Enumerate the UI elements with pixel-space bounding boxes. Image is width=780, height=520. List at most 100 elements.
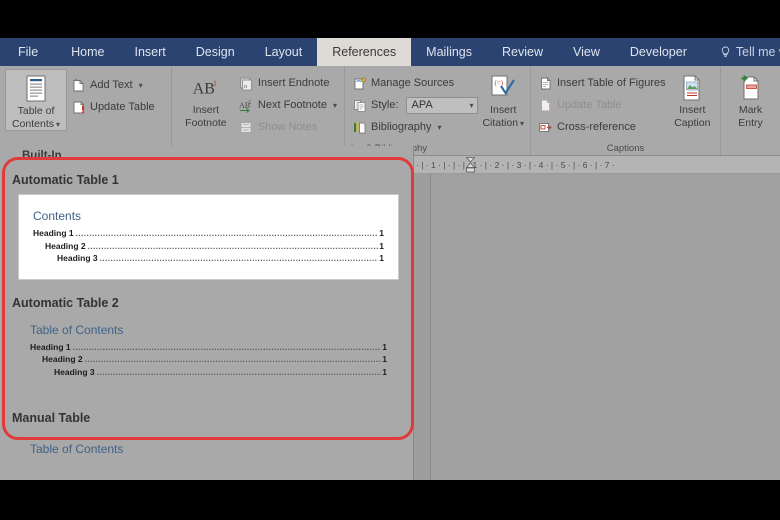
- toc-preview-title: Table of Contents: [30, 322, 124, 337]
- update-table-captions-button[interactable]: Update Table: [536, 95, 668, 115]
- toc-preview-card: Contents Heading 1 .....................…: [18, 194, 399, 280]
- mark-entry-label-line1: Mark: [738, 104, 763, 116]
- tab-mailings[interactable]: Mailings: [411, 38, 487, 66]
- toc-row-label: Heading 1: [33, 228, 74, 238]
- table-of-contents-icon: [21, 74, 51, 104]
- chevron-down-icon[interactable]: ▾: [139, 81, 143, 90]
- insert-table-of-figures-label: Insert Table of Figures: [557, 77, 666, 89]
- tab-home[interactable]: Home: [56, 38, 119, 66]
- insert-endnote-label: Insert Endnote: [257, 77, 330, 89]
- toc-leader-dots: ........................................…: [96, 367, 382, 377]
- svg-text:(=): (=): [495, 79, 504, 87]
- insert-footnote-button[interactable]: AB 1 Insert Footnote: [177, 69, 235, 129]
- toc-row: Heading 1 ..............................…: [33, 227, 384, 240]
- tell-me-label: Tell me what you: [735, 45, 780, 59]
- update-table-icon: [71, 99, 86, 115]
- insert-citation-button[interactable]: (=) Insert Citation ▾: [482, 69, 525, 129]
- chevron-down-icon[interactable]: ▾: [56, 120, 60, 129]
- chevron-down-icon[interactable]: ▾: [470, 101, 474, 110]
- table-of-contents-gallery[interactable]: Built-In Automatic Table 1 Contents Head…: [0, 146, 414, 480]
- update-table-captions-label: Update Table: [557, 99, 622, 111]
- group-label-captions: Captions: [606, 143, 645, 154]
- toc-leader-dots: ........................................…: [87, 241, 379, 251]
- toc-row: Heading 3 ..............................…: [33, 252, 384, 265]
- insert-endnote-button[interactable]: n Insert Endnote: [237, 73, 339, 93]
- tab-developer[interactable]: Developer: [615, 38, 702, 66]
- insert-caption-icon: [677, 73, 707, 103]
- tab-design[interactable]: Design: [181, 38, 250, 66]
- document-canvas[interactable]: [414, 174, 780, 480]
- tab-references[interactable]: References: [317, 38, 412, 66]
- add-text-label: Add Text: [90, 79, 133, 91]
- ribbon-tabstrip: File Home Insert Design Layout Reference…: [0, 38, 780, 66]
- chevron-down-icon[interactable]: ▾: [438, 123, 442, 132]
- toc-preview-plain: Table of Contents: [30, 432, 399, 470]
- gallery-item-title: Automatic Table 2: [12, 295, 119, 310]
- show-notes-icon: [239, 119, 254, 135]
- manage-sources-button[interactable]: Manage Sources: [350, 73, 480, 93]
- tab-review[interactable]: Review: [487, 38, 558, 66]
- ribbon-body: Table of Contents ▾ Add Text ▾ Update Ta…: [0, 66, 780, 156]
- tell-me-search[interactable]: Tell me what you: [702, 38, 780, 66]
- mark-entry-button[interactable]: Mark Entry: [726, 69, 775, 129]
- gallery-item-automatic-table-2[interactable]: Automatic Table 2 Table of Contents Head…: [0, 288, 413, 389]
- svg-text:1: 1: [248, 100, 251, 106]
- chevron-down-icon[interactable]: ▾: [333, 101, 337, 110]
- toc-row-label: Heading 1: [30, 341, 71, 352]
- ribbon-group-citations-bibliography: (=) Insert Citation ▾ Manage Sources Sty…: [344, 66, 530, 155]
- toc-row: Heading 2 ..............................…: [30, 353, 387, 366]
- manage-sources-icon: [352, 75, 367, 91]
- style-select-value: APA: [411, 99, 433, 111]
- gallery-item-title: Manual Table: [12, 410, 91, 425]
- mark-entry-icon: [736, 73, 766, 103]
- toc-row-label: Heading 2: [42, 354, 83, 365]
- insert-footnote-icon: AB 1: [191, 73, 221, 103]
- toc-preview-title: Contents: [33, 209, 82, 223]
- next-footnote-button[interactable]: AB 1 Next Footnote ▾: [237, 95, 339, 115]
- horizontal-ruler[interactable]: · | · 1 · | · | · | · 1 · | · 2 · | · 3 …: [414, 156, 780, 174]
- show-notes-label: Show Notes: [257, 121, 318, 133]
- toc-row-label: Heading 3: [57, 253, 98, 264]
- insert-footnote-label-line1: Insert: [192, 104, 220, 116]
- style-select[interactable]: APA ▾: [405, 96, 478, 114]
- gallery-item-manual-table[interactable]: Manual Table Table of Contents: [0, 403, 413, 470]
- cross-reference-button[interactable]: Cross-reference: [536, 117, 668, 137]
- svg-text:AB: AB: [193, 80, 215, 97]
- insert-endnote-icon: n: [239, 75, 254, 91]
- toc-row: Heading 1 ..............................…: [30, 341, 387, 354]
- toc-row-page: 1: [382, 341, 387, 352]
- ribbon-group-table-of-contents: Table of Contents ▾ Add Text ▾ Update Ta…: [0, 66, 171, 155]
- gallery-item-automatic-table-1[interactable]: Automatic Table 1 Contents Heading 1 ...…: [0, 165, 413, 280]
- document-page[interactable]: [430, 174, 780, 480]
- indent-marker-icon[interactable]: [465, 157, 476, 173]
- add-text-icon: [71, 77, 86, 93]
- insert-citation-label-line2: Citation ▾: [482, 117, 525, 130]
- word-window: File Home Insert Design Layout Reference…: [0, 0, 780, 520]
- bibliography-button[interactable]: Bibliography ▾: [350, 117, 480, 137]
- show-notes-button[interactable]: Show Notes: [237, 117, 339, 137]
- toc-row-page: 1: [379, 240, 384, 251]
- tab-view[interactable]: View: [558, 38, 615, 66]
- insert-footnote-label-line2: Footnote: [185, 117, 227, 130]
- table-of-contents-label-line2: Contents ▾: [11, 118, 61, 131]
- letterbox-top: [0, 0, 780, 38]
- ruler-ticks: · | · 1 · | · | · | · 1 · | · 2 · | · 3 …: [416, 159, 615, 170]
- lightbulb-icon: [720, 46, 731, 58]
- manage-sources-label: Manage Sources: [371, 77, 455, 89]
- add-text-button[interactable]: Add Text ▾: [69, 75, 157, 95]
- table-of-contents-button[interactable]: Table of Contents ▾: [5, 69, 67, 132]
- next-footnote-label: Next Footnote: [257, 99, 327, 111]
- chevron-down-icon[interactable]: ▾: [520, 119, 524, 128]
- tab-insert[interactable]: Insert: [120, 38, 181, 66]
- tab-file[interactable]: File: [0, 38, 57, 66]
- svg-text:1: 1: [213, 79, 217, 88]
- update-table-icon: [538, 97, 553, 113]
- insert-table-of-figures-button[interactable]: Insert Table of Figures: [536, 73, 668, 93]
- next-footnote-icon: AB 1: [239, 97, 254, 113]
- gallery-item-title: Automatic Table 1: [12, 173, 119, 187]
- insert-caption-button[interactable]: Insert Caption: [670, 69, 715, 129]
- update-table-button[interactable]: Update Table: [69, 97, 157, 117]
- tab-layout[interactable]: Layout: [250, 38, 318, 66]
- insert-citation-label-line1: Insert: [490, 104, 517, 116]
- style-row: Style: APA ▾: [350, 95, 480, 115]
